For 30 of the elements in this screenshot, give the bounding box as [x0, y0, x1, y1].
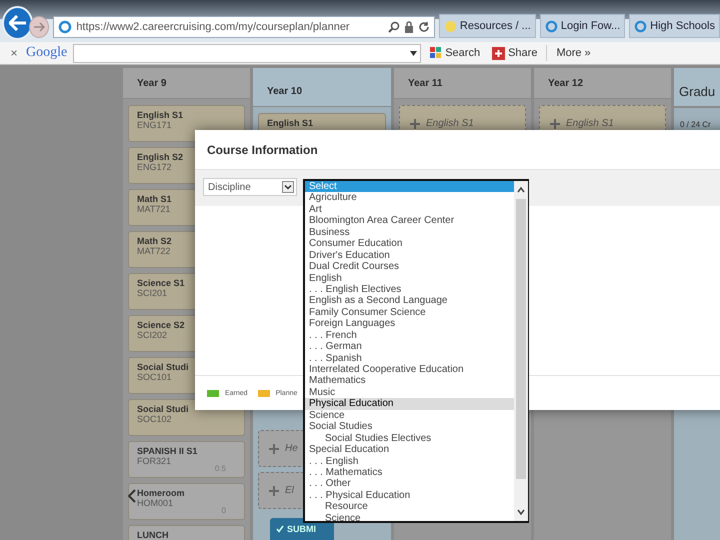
course-name: SPANISH II S1 [137, 446, 198, 456]
course-code: FOR321 [137, 456, 172, 466]
column-title: Gradu [674, 68, 720, 107]
course-name: Social Studi [137, 362, 190, 372]
course-name: Social Studi [137, 404, 190, 414]
course-code: SOC102 [137, 414, 173, 424]
course-name: English S1 [137, 110, 184, 120]
course-code: HOM001 [137, 498, 174, 508]
course-name: Homeroom [137, 488, 186, 498]
course-name: English S2 [137, 152, 184, 162]
course-code: ENG171 [137, 120, 173, 130]
course-name: Science S1 [137, 278, 186, 288]
course-code: MAT722 [137, 246, 172, 256]
course-name: English S1 [267, 118, 314, 128]
toolbar-logo: Google [26, 45, 68, 61]
course-code: ENG172 [137, 162, 173, 172]
course-code: SOC101 [137, 372, 173, 382]
course-name: LUNCH [137, 530, 170, 540]
url-text: https://www2.careercruising.com/my/courseplan/planner [76, 21, 351, 33]
column-title: Year 9 [123, 68, 250, 99]
course-name: Math S1 [137, 194, 173, 204]
course-code: SCI201 [137, 288, 168, 298]
course-name: Science S2 [137, 320, 186, 330]
column-title: Year 10 [253, 68, 391, 107]
course-code: SCI202 [137, 330, 168, 340]
course-name: Math S2 [137, 236, 173, 246]
course-code: MAT721 [137, 204, 172, 214]
column-title: Year 11 [394, 68, 531, 99]
column-title: Year 12 [534, 68, 671, 99]
credit-summary: 0 / 24 Cr [674, 107, 720, 129]
